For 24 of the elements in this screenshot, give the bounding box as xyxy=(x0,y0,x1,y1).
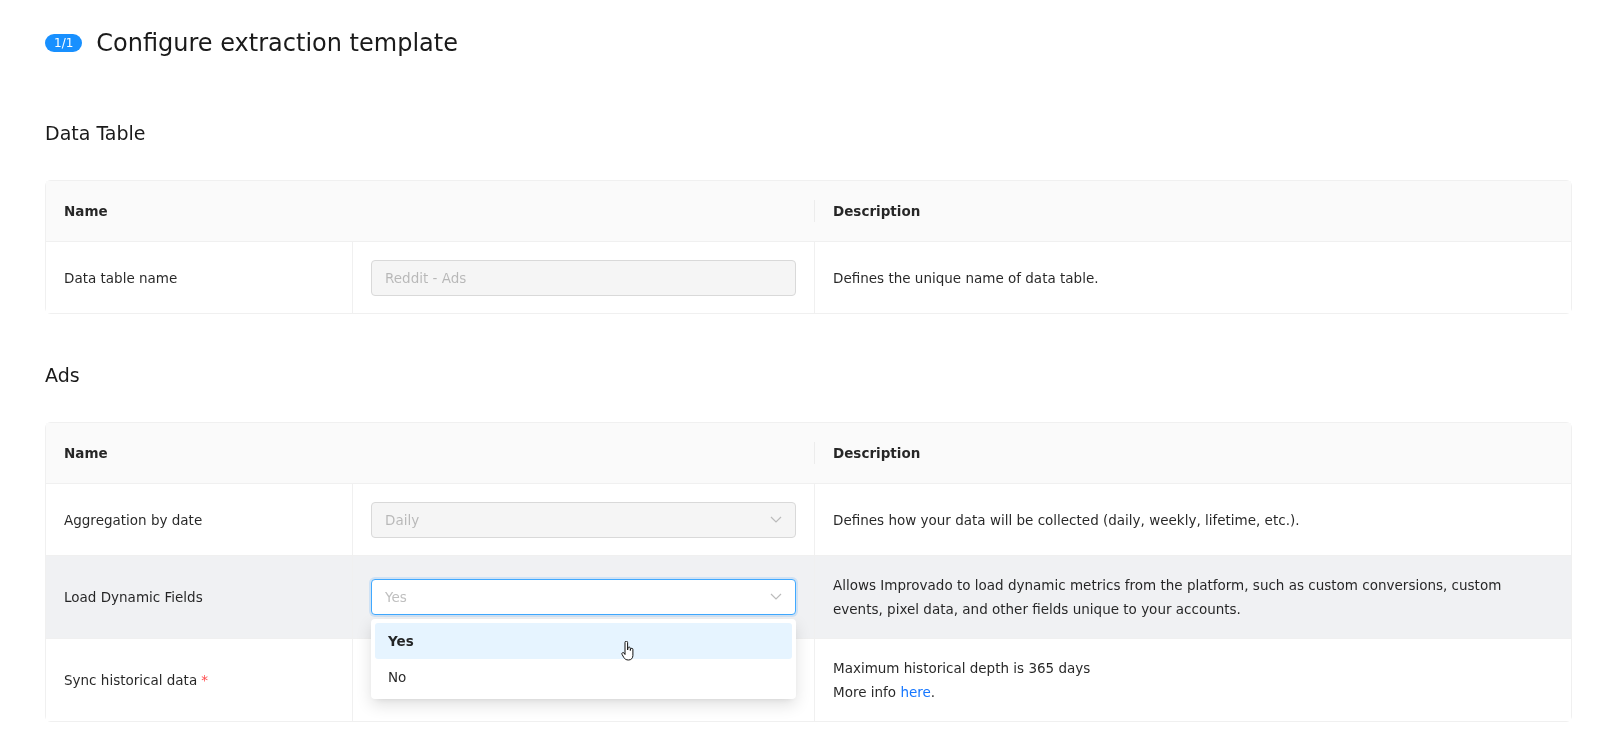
description-text: More info here. xyxy=(833,683,937,702)
column-header: Name xyxy=(64,445,108,461)
field-label: Sync historical data xyxy=(64,672,198,688)
field-label: Load Dynamic Fields xyxy=(64,589,203,605)
field-label: Aggregation by date xyxy=(64,511,203,528)
description-text: Allows Improvado to load dynamic metrics from the platform, such as custom conversions, custom events, pixel data, and other fields unique to your accounts. xyxy=(833,576,1503,619)
section-title: Data Table xyxy=(45,122,147,144)
description-text: Maximum historical depth is 365 days xyxy=(833,659,1091,678)
here-link[interactable]: here xyxy=(900,684,931,700)
hand-cursor-icon xyxy=(621,641,635,661)
description-text: Defines how your data will be collected (daily, weekly, lifetime, etc.). xyxy=(833,510,1300,530)
chevron-down-icon xyxy=(770,593,782,601)
column-header: Description xyxy=(833,445,921,461)
step-badge: 1/1 xyxy=(45,34,83,52)
column-header: Description xyxy=(833,203,921,219)
column-header: Name xyxy=(64,203,108,219)
section-title: Ads xyxy=(45,364,81,386)
page-title: Configure extraction template xyxy=(96,29,458,57)
field-label: Data table name xyxy=(64,269,178,286)
required-mark: * xyxy=(201,672,208,688)
dropdown-option[interactable]: Yes xyxy=(375,623,792,659)
dropdown-option[interactable]: No xyxy=(375,659,792,695)
chevron-down-icon xyxy=(770,515,782,524)
description-text: Defines the unique name of data table. xyxy=(833,268,1099,288)
